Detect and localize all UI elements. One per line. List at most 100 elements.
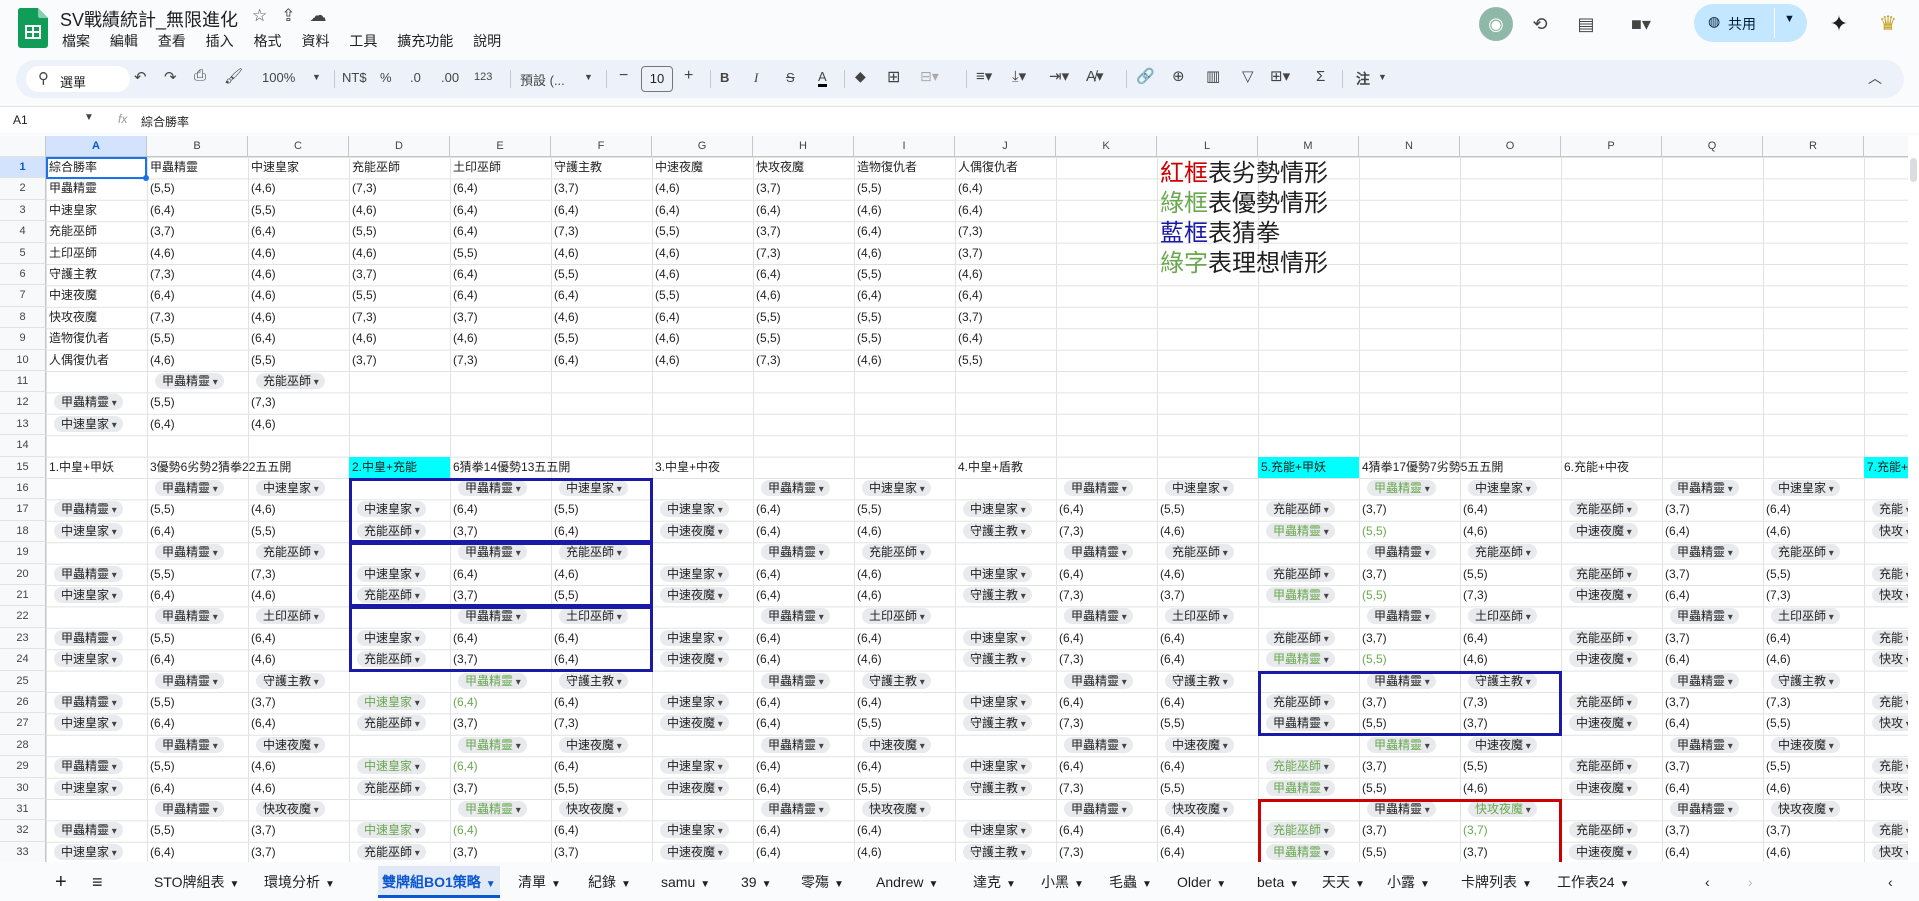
cell-c20[interactable]: (7,3)	[248, 564, 276, 585]
cell-o30[interactable]: (4,6)	[1460, 778, 1488, 799]
dropdown-chip[interactable]: 甲蟲精靈	[458, 736, 527, 753]
dropdown-chip[interactable]: 甲蟲精靈	[458, 608, 527, 625]
cell-o20[interactable]: (5,5)	[1460, 564, 1488, 585]
dropdown-chip[interactable]: 甲蟲精靈	[155, 801, 224, 817]
dropdown-chip[interactable]: 守護主教	[256, 672, 325, 689]
cell-i8[interactable]: (5,5)	[854, 307, 882, 328]
cell-q29[interactable]: (3,7)	[1662, 756, 1690, 777]
dropdown-chip[interactable]: 充能巫師	[862, 544, 931, 561]
cell-q30[interactable]: (6,4)	[1662, 778, 1690, 799]
cell-q17[interactable]: (3,7)	[1662, 499, 1690, 520]
cell-f2[interactable]: (3,7)	[551, 178, 579, 199]
cell-p15[interactable]: 6.充能+中夜	[1561, 457, 1629, 478]
strikethrough-button[interactable]: S	[786, 70, 795, 85]
cell-l32[interactable]: (6,4)	[1157, 820, 1185, 841]
cell-q20[interactable]: (3,7)	[1662, 564, 1690, 585]
chevron-down-icon[interactable]: ▼	[230, 879, 240, 890]
cell-a15[interactable]: 1.中皇+甲妖	[46, 457, 114, 478]
cell-e32[interactable]: (6,4)	[450, 820, 478, 841]
cell-c32[interactable]: (3,7)	[248, 820, 276, 841]
menu-help[interactable]: 說明	[473, 33, 501, 49]
cell-h3[interactable]: (6,4)	[753, 200, 781, 221]
version-history-icon[interactable]: ⟲	[1523, 7, 1557, 41]
cell-n18[interactable]: (5,5)	[1359, 521, 1387, 542]
cell-k27[interactable]: (7,3)	[1056, 713, 1084, 734]
dropdown-chip[interactable]: 充能巫師	[256, 544, 325, 561]
cell-l18[interactable]: (4,6)	[1157, 521, 1185, 542]
cell-d1[interactable]: 充能巫師	[349, 157, 400, 178]
dropdown-chip[interactable]: 充能巫師	[1165, 544, 1234, 561]
dropdown-chip[interactable]: 中速皇家	[54, 843, 123, 860]
cell-c3[interactable]: (5,5)	[248, 200, 276, 221]
cell-h10[interactable]: (7,3)	[753, 350, 781, 371]
cell-i1[interactable]: 造物復仇者	[854, 157, 917, 178]
cell-h17[interactable]: (6,4)	[753, 499, 781, 520]
cell-m15[interactable]: 5.充能+甲妖	[1258, 456, 1359, 478]
cell-f30[interactable]: (5,5)	[551, 778, 579, 799]
dropdown-chip[interactable]: 中速皇家	[357, 758, 426, 775]
cell-e15[interactable]: 6猜拳14優勢13五五開	[450, 457, 570, 478]
menu-tools[interactable]: 工具	[349, 33, 377, 49]
cell-h32[interactable]: (6,4)	[753, 820, 781, 841]
cell-c13[interactable]: (4,6)	[248, 414, 276, 435]
cell-b3[interactable]: (6,4)	[147, 200, 175, 221]
dropdown-chip[interactable]: 中速夜魔	[660, 843, 729, 860]
sheet-tab[interactable]: 小黑 ▼	[1037, 866, 1088, 898]
cell-c2[interactable]: (4,6)	[248, 178, 276, 199]
cell-k24[interactable]: (7,3)	[1056, 649, 1084, 670]
dropdown-chip[interactable]: 中速皇家	[660, 629, 729, 646]
dropdown-chip[interactable]: 中速皇家	[54, 587, 123, 603]
font-dropdown-icon[interactable]: ▼	[584, 72, 593, 82]
cell-j1[interactable]: 人偶復仇者	[955, 157, 1018, 178]
dropdown-chip[interactable]: 充能巫師	[1569, 694, 1638, 710]
cell-d5[interactable]: (4,6)	[349, 243, 377, 264]
chevron-down-icon[interactable]: ▼	[621, 879, 631, 890]
dropdown-chip[interactable]: 甲蟲精靈	[1367, 544, 1436, 561]
cell-b15[interactable]: 3優勢6劣勢2猜拳22五五開	[147, 457, 291, 478]
cell-r17[interactable]: (6,4)	[1763, 499, 1791, 520]
dropdown-chip[interactable]: 快攻	[1872, 587, 1908, 603]
cell-b7[interactable]: (6,4)	[147, 285, 175, 306]
cell-e10[interactable]: (7,3)	[450, 350, 478, 371]
cell-k30[interactable]: (7,3)	[1056, 778, 1084, 799]
cell-d3[interactable]: (4,6)	[349, 200, 377, 221]
cell-b10[interactable]: (4,6)	[147, 350, 175, 371]
dropdown-chip[interactable]: 中速皇家	[660, 501, 729, 518]
dropdown-chip[interactable]: 中速皇家	[660, 694, 729, 710]
sheet-tab[interactable]: 小露 ▼	[1383, 866, 1434, 898]
chevron-down-icon[interactable]: ▼	[1355, 879, 1365, 890]
cell-c12[interactable]: (7,3)	[248, 392, 276, 413]
dropdown-chip[interactable]: 甲蟲精靈	[458, 672, 527, 689]
dropdown-chip[interactable]: 守護主教	[1771, 672, 1840, 689]
dropdown-chip[interactable]: 快攻夜魔	[559, 801, 628, 817]
cell-l21[interactable]: (3,7)	[1157, 585, 1185, 606]
dropdown-chip[interactable]: 中速夜魔	[660, 779, 729, 796]
cell-j15[interactable]: 4.中皇+盾教	[955, 457, 1023, 478]
sheet-tab[interactable]: Older ▼	[1173, 866, 1230, 898]
dropdown-chip[interactable]: 中速皇家	[357, 629, 426, 646]
cell-i33[interactable]: (4,6)	[854, 842, 882, 862]
cell-b8[interactable]: (7,3)	[147, 307, 175, 328]
text-color-button[interactable]: A	[818, 70, 827, 87]
sheets-prev-icon[interactable]: ‹	[1705, 866, 1710, 898]
functions-button[interactable]: Σ	[1316, 68, 1325, 85]
cell-f32[interactable]: (6,4)	[551, 820, 579, 841]
cell-b29[interactable]: (5,5)	[147, 756, 175, 777]
cell-e3[interactable]: (6,4)	[450, 200, 478, 221]
cell-e21[interactable]: (3,7)	[450, 585, 478, 606]
dropdown-chip[interactable]: 中速皇家	[963, 501, 1032, 518]
dropdown-chip[interactable]: 中速皇家	[963, 629, 1032, 646]
menu-view[interactable]: 查看	[158, 33, 186, 49]
cell-h2[interactable]: (3,7)	[753, 178, 781, 199]
cell-c18[interactable]: (5,5)	[248, 521, 276, 542]
meet-video-icon[interactable]: ■▾	[1619, 7, 1663, 41]
dropdown-chip[interactable]: 中速皇家	[963, 565, 1032, 582]
share-button[interactable]: ◍ 共用 ▼	[1694, 4, 1807, 42]
dropdown-chip[interactable]: 甲蟲精靈	[1266, 522, 1335, 539]
cell-g5[interactable]: (4,6)	[652, 243, 680, 264]
cell-g6[interactable]: (4,6)	[652, 264, 680, 285]
cell-n15[interactable]: 4猜拳17優勢7劣勢5五五開	[1359, 457, 1503, 478]
cell-e6[interactable]: (6,4)	[450, 264, 478, 285]
cell-f10[interactable]: (6,4)	[551, 350, 579, 371]
cell-g1[interactable]: 中速夜魔	[652, 157, 703, 178]
